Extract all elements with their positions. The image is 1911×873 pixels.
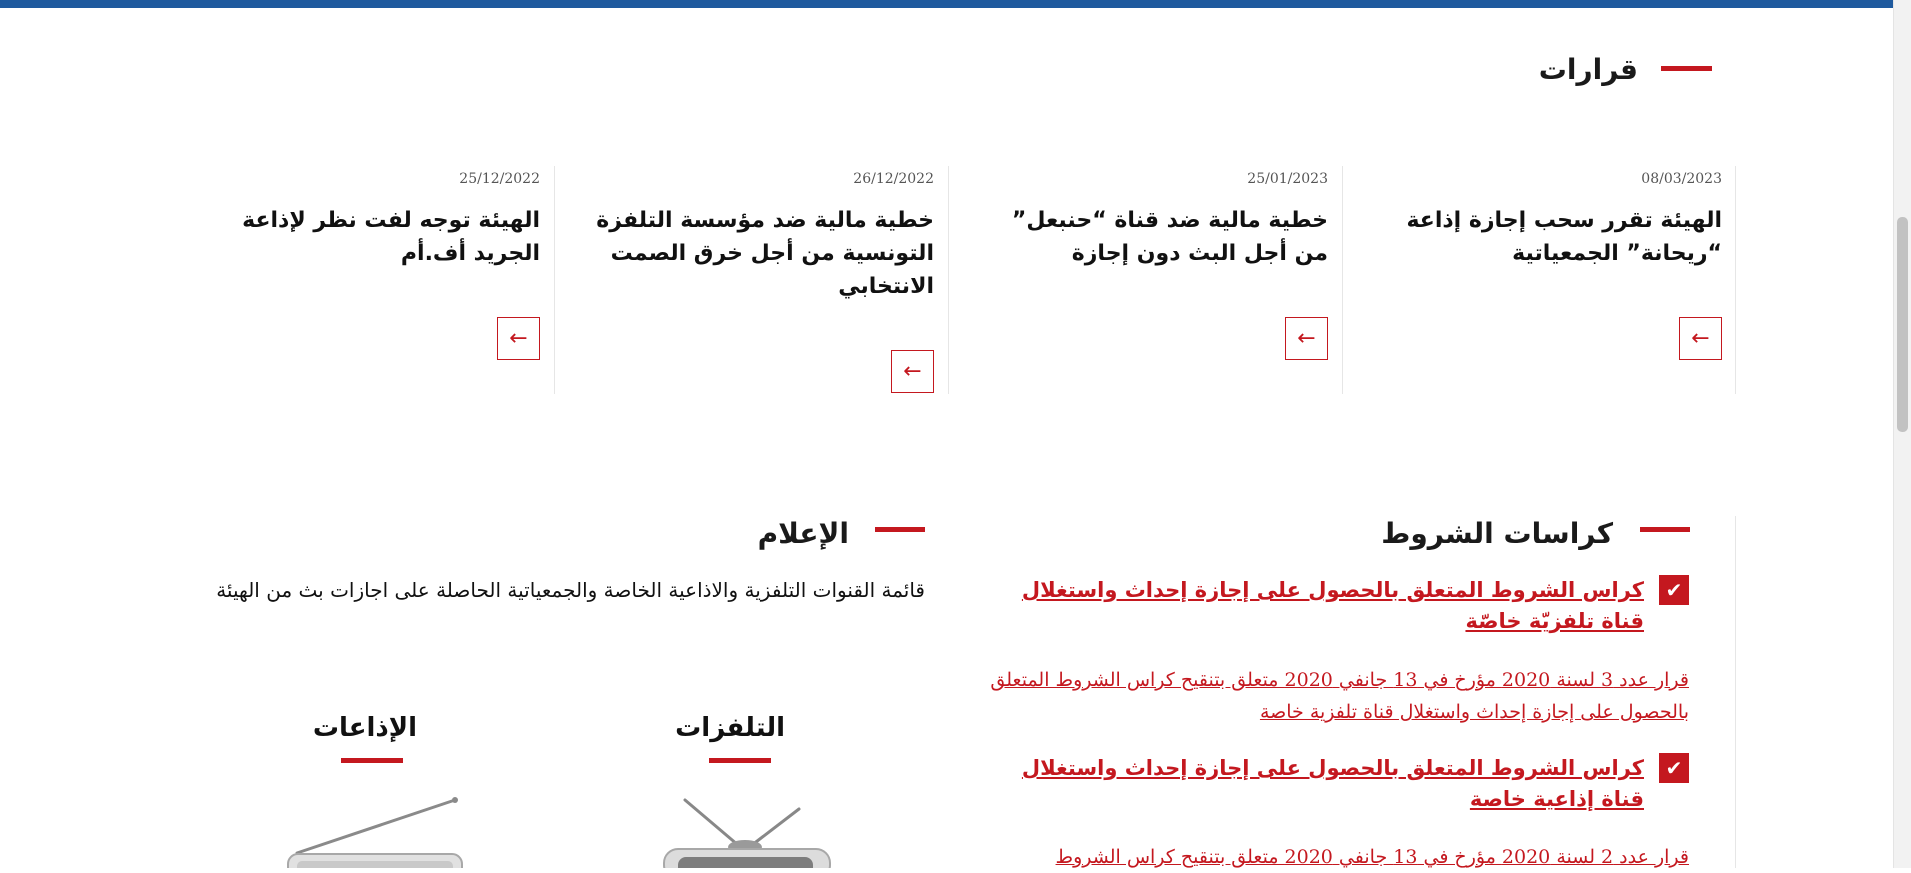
media-title: الإعلام: [757, 517, 849, 550]
decision-title[interactable]: الهيئة توجه لفت نظر لإذاعة الجريد أف.أم: [190, 204, 540, 270]
media-description: قائمة القنوات التلفزية والاذاعية الخاصة …: [216, 578, 925, 602]
decision-date: 25/01/2023: [1247, 171, 1328, 187]
media-title-underline: [875, 527, 925, 532]
decision-card[interactable]: 25/12/2022 الهيئة توجه لفت نظر لإذاعة ال…: [160, 166, 552, 394]
read-more-button[interactable]: ←: [1679, 317, 1722, 360]
arrow-left-icon: ←: [509, 326, 528, 351]
decisions-title-underline: [1661, 66, 1712, 71]
scrollbar-thumb[interactable]: [1897, 217, 1908, 432]
specs-title: كراسات الشروط: [1381, 517, 1613, 550]
check-icon: ✔: [1659, 753, 1689, 783]
decision-card[interactable]: 25/01/2023 خطية مالية ضد قناة “حنبعل” من…: [948, 166, 1340, 394]
decision-title[interactable]: خطية مالية ضد قناة “حنبعل” من أجل البث د…: [978, 204, 1328, 270]
read-more-button[interactable]: ←: [891, 350, 934, 393]
decision-date: 08/03/2023: [1641, 171, 1722, 187]
spec-decision-link[interactable]: قرار عدد 2 لسنة 2020 مؤرخ في 13 جانفي 20…: [969, 841, 1689, 873]
read-more-button[interactable]: ←: [1285, 317, 1328, 360]
specs-title-underline: [1640, 527, 1690, 532]
spec-link[interactable]: كراس الشروط المتعلق بالحصول على إجازة إح…: [974, 753, 1644, 815]
arrow-left-icon: ←: [1297, 326, 1316, 351]
decision-date: 26/12/2022: [853, 171, 934, 187]
spec-decision-link[interactable]: قرار عدد 3 لسنة 2020 مؤرخ في 13 جانفي 20…: [969, 664, 1689, 728]
top-bar: [0, 0, 1911, 8]
page-scrollbar[interactable]: [1893, 0, 1911, 868]
decision-date: 25/12/2022: [459, 171, 540, 187]
arrow-left-icon: ←: [1691, 326, 1710, 351]
spec-link[interactable]: كراس الشروط المتعلق بالحصول على إجازة إح…: [974, 575, 1644, 637]
decision-card[interactable]: 08/03/2023 الهيئة تقرر سحب إجازة إذاعة “…: [1342, 166, 1734, 394]
arrow-left-icon: ←: [903, 359, 922, 384]
radio-icon[interactable]: [285, 795, 465, 868]
card-divider: [1735, 166, 1736, 394]
check-icon: ✔: [1659, 575, 1689, 605]
tv-heading[interactable]: التلفزات: [675, 713, 785, 743]
decision-card[interactable]: 26/12/2022 خطية مالية ضد مؤسسة التلفزة ا…: [554, 166, 946, 394]
tv-heading-underline: [709, 758, 771, 763]
radio-heading-underline: [341, 758, 403, 763]
radio-heading[interactable]: الإذاعات: [313, 713, 417, 743]
read-more-button[interactable]: ←: [497, 317, 540, 360]
decision-title[interactable]: خطية مالية ضد مؤسسة التلفزة التونسية من …: [584, 204, 934, 303]
specs-divider: [1735, 516, 1736, 868]
decisions-title: قرارات: [1538, 53, 1638, 86]
decision-title[interactable]: الهيئة تقرر سحب إجازة إذاعة “ريحانة” الج…: [1372, 204, 1722, 270]
tv-icon[interactable]: [660, 795, 835, 868]
